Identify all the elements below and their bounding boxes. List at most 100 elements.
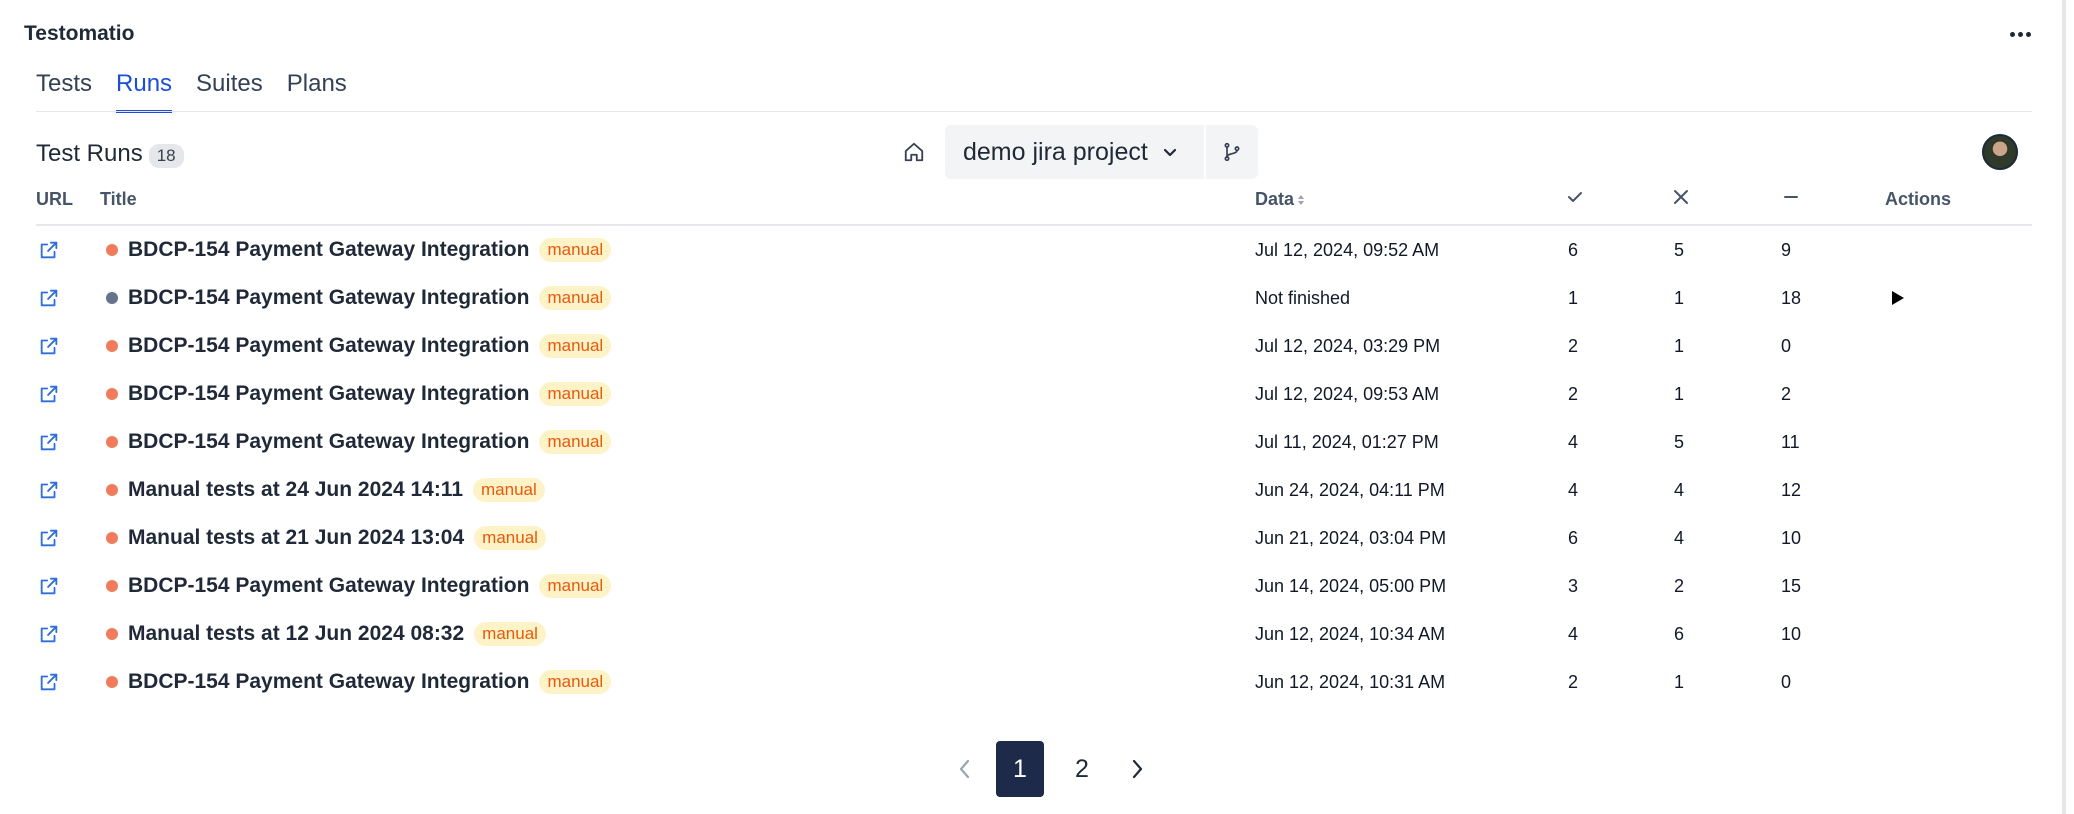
external-link-icon: [40, 385, 58, 403]
table-row[interactable]: Manual tests at 21 Jun 2024 13:04 manual J…: [0, 514, 2074, 562]
status-dot: [106, 676, 118, 688]
failed-count: 6: [1674, 623, 1685, 644]
more-options-button[interactable]: [2004, 20, 2036, 48]
run-type-badge: manual: [539, 670, 612, 694]
table-row[interactable]: Manual tests at 24 Jun 2024 14:11 manual J…: [0, 466, 2074, 514]
skipped-count: 0: [1781, 671, 1792, 692]
run-type-badge: manual: [539, 238, 612, 262]
run-title[interactable]: BDCP-154 Payment Gateway Integration: [128, 286, 529, 310]
project-name: demo jira project: [963, 137, 1148, 166]
table-row[interactable]: BDCP-154 Payment Gateway Integration manu…: [0, 658, 2074, 706]
run-title[interactable]: BDCP-154 Payment Gateway Integration: [128, 574, 529, 598]
open-run-link[interactable]: [38, 418, 60, 466]
column-header-title: Title: [100, 189, 137, 209]
open-run-link[interactable]: [38, 514, 60, 562]
open-run-link[interactable]: [38, 658, 60, 706]
tab-plans[interactable]: Plans: [287, 70, 347, 113]
passed-count: 4: [1568, 623, 1579, 644]
page-2-button[interactable]: 2: [1058, 741, 1106, 797]
status-dot: [106, 628, 118, 640]
external-link-icon: [40, 481, 58, 499]
run-date: Jun 12, 2024, 10:34 AM: [1255, 623, 1446, 644]
open-run-link[interactable]: [38, 322, 60, 370]
run-title[interactable]: BDCP-154 Payment Gateway Integration: [128, 430, 529, 454]
previous-page-button[interactable]: [948, 742, 982, 796]
run-title[interactable]: Manual tests at 24 Jun 2024 14:11: [128, 478, 463, 502]
run-title-cell: Manual tests at 12 Jun 2024 08:32 manual: [106, 610, 546, 658]
failed-count: 1: [1674, 335, 1685, 356]
run-type-badge: manual: [474, 526, 546, 550]
continue-run-button[interactable]: [1888, 274, 1906, 322]
run-title[interactable]: BDCP-154 Payment Gateway Integration: [128, 238, 529, 262]
status-dot: [106, 484, 118, 496]
table-row[interactable]: Manual tests at 12 Jun 2024 08:32 manual J…: [0, 610, 2074, 658]
run-title-cell: Manual tests at 24 Jun 2024 14:11 manual: [106, 466, 545, 514]
passed-count: 3: [1568, 575, 1579, 596]
failed-count: 1: [1674, 383, 1685, 404]
tab-bar: Tests Runs Suites Plans: [36, 70, 347, 113]
failed-count: 2: [1674, 575, 1685, 596]
home-button[interactable]: [898, 136, 930, 168]
failed-count: 5: [1674, 431, 1685, 452]
open-run-link[interactable]: [38, 370, 60, 418]
page-title: Test Runs: [36, 140, 143, 167]
open-run-link[interactable]: [38, 466, 60, 514]
page-1-button[interactable]: 1: [996, 741, 1044, 797]
branch-button[interactable]: [1206, 125, 1258, 179]
tab-suites[interactable]: Suites: [196, 70, 263, 113]
passed-count: 2: [1568, 335, 1579, 356]
table-row[interactable]: BDCP-154 Payment Gateway Integration manu…: [0, 418, 2074, 466]
run-title-cell: BDCP-154 Payment Gateway Integration manu…: [106, 418, 612, 466]
passed-count: 2: [1568, 383, 1579, 404]
run-title-cell: BDCP-154 Payment Gateway Integration manu…: [106, 274, 612, 322]
open-run-link[interactable]: [38, 274, 60, 322]
tab-runs[interactable]: Runs: [116, 70, 173, 113]
pagination: 1 2: [948, 741, 1154, 797]
status-dot: [106, 532, 118, 544]
run-title[interactable]: BDCP-154 Payment Gateway Integration: [128, 334, 529, 358]
status-dot: [106, 436, 118, 448]
project-selector[interactable]: demo jira project: [945, 125, 1204, 179]
passed-count: 4: [1568, 431, 1579, 452]
run-title-cell: BDCP-154 Payment Gateway Integration manu…: [106, 370, 612, 418]
git-branch-icon: [1224, 142, 1240, 162]
open-run-link[interactable]: [38, 226, 60, 274]
open-run-link[interactable]: [38, 610, 60, 658]
run-title[interactable]: BDCP-154 Payment Gateway Integration: [128, 382, 529, 406]
sort-icon: [1298, 194, 1305, 205]
table-row[interactable]: BDCP-154 Payment Gateway Integration manu…: [0, 274, 2074, 322]
passed-count: 4: [1568, 479, 1579, 500]
column-header-skipped: [1782, 188, 1800, 211]
table-row[interactable]: BDCP-154 Payment Gateway Integration manu…: [0, 370, 2074, 418]
run-title[interactable]: Manual tests at 21 Jun 2024 13:04: [128, 526, 464, 550]
column-header-url: URL: [36, 189, 73, 209]
passed-count: 6: [1568, 239, 1579, 260]
avatar[interactable]: [1982, 134, 2018, 170]
run-title[interactable]: BDCP-154 Payment Gateway Integration: [128, 670, 529, 694]
minus-icon: [1784, 196, 1798, 198]
more-dot: [2025, 31, 2031, 37]
table-row[interactable]: BDCP-154 Payment Gateway Integration manu…: [0, 562, 2074, 610]
run-type-badge: manual: [539, 286, 612, 310]
skipped-count: 10: [1781, 623, 1802, 644]
tab-tests[interactable]: Tests: [36, 70, 92, 113]
open-run-link[interactable]: [38, 562, 60, 610]
column-header-date[interactable]: Data: [1255, 189, 1306, 210]
skipped-count: 0: [1781, 335, 1792, 356]
external-link-icon: [40, 577, 58, 595]
run-title[interactable]: Manual tests at 12 Jun 2024 08:32: [128, 622, 464, 646]
failed-count: 4: [1674, 479, 1685, 500]
next-page-button[interactable]: [1120, 742, 1154, 796]
table-row[interactable]: BDCP-154 Payment Gateway Integration manu…: [0, 322, 2074, 370]
run-date: Jun 21, 2024, 03:04 PM: [1255, 527, 1447, 548]
failed-count: 4: [1674, 527, 1685, 548]
skipped-count: 2: [1781, 383, 1792, 404]
status-dot: [106, 292, 118, 304]
run-date: Jul 12, 2024, 09:53 AM: [1255, 383, 1440, 404]
status-dot: [106, 340, 118, 352]
app-title: Testomatio: [24, 22, 135, 45]
external-link-icon: [40, 673, 58, 691]
table-row[interactable]: BDCP-154 Payment Gateway Integration manu…: [0, 226, 2074, 274]
chevron-left-icon: [959, 759, 970, 779]
close-icon: [1674, 190, 1688, 204]
